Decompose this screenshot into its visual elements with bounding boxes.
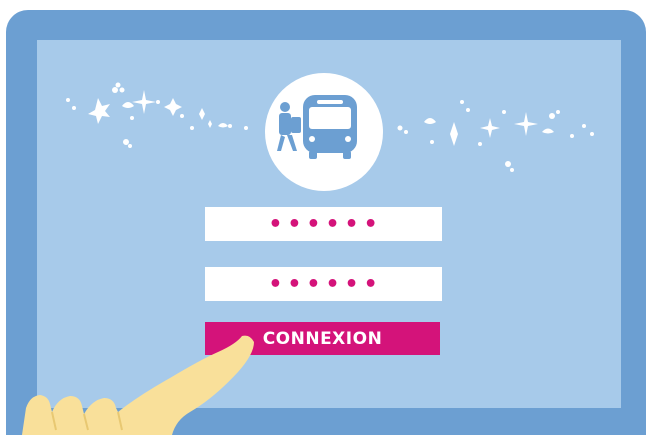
pointing-hand-icon [22, 335, 254, 435]
